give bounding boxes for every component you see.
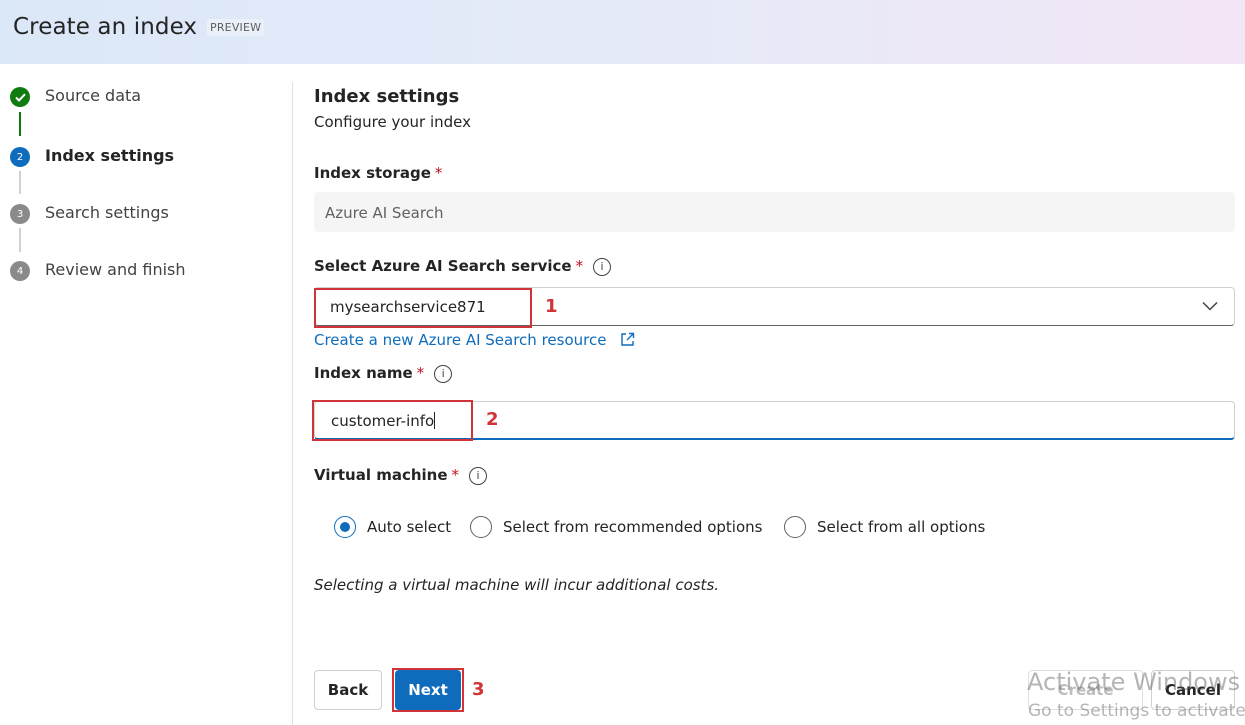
cost-note: Selecting a virtual machine will incur a… (314, 576, 720, 594)
chevron-down-icon (1202, 301, 1218, 311)
annotation-number: 1 (545, 296, 558, 317)
open-external-icon (621, 332, 635, 346)
step-label: Index settings (45, 146, 175, 165)
index-storage-field: Azure AI Search (314, 192, 1235, 232)
field-label: Select Azure AI Search service (314, 257, 572, 275)
text-caret (434, 412, 436, 429)
annotation-number: 2 (486, 409, 499, 430)
field-label: Index storage (314, 164, 431, 182)
step-number: 3 (10, 204, 30, 224)
section-subtitle: Configure your index (314, 113, 472, 131)
cancel-button[interactable]: Cancel (1151, 670, 1235, 710)
step-label: Search settings (45, 203, 169, 222)
index-storage-label: Index storage * (314, 164, 442, 182)
field-label: Index name (314, 364, 413, 382)
section-title: Index settings (314, 86, 460, 107)
info-icon[interactable]: i (469, 467, 488, 485)
info-icon[interactable]: i (593, 258, 612, 276)
radio-circle (334, 516, 356, 538)
next-button[interactable]: Next (395, 670, 461, 710)
step-connector (19, 112, 21, 136)
radio-label: Select from all options (817, 518, 986, 536)
index-storage-value: Azure AI Search (325, 204, 444, 222)
index-name-input[interactable]: customer-info (314, 401, 1235, 440)
search-service-value: mysearchservice871 (330, 298, 486, 316)
step-label: Review and finish (45, 260, 186, 279)
preview-badge: PREVIEW (207, 19, 265, 36)
step-number: 2 (10, 147, 30, 167)
step-number: 4 (10, 261, 30, 281)
required-marker: * (434, 164, 443, 182)
radio-circle (784, 516, 806, 538)
page-title: Create an index (13, 14, 198, 40)
back-button[interactable]: Back (314, 670, 382, 710)
step-connector (19, 171, 21, 194)
required-marker: * (451, 466, 460, 484)
step-connector (19, 228, 21, 252)
field-label: Virtual machine (314, 466, 448, 484)
radio-circle (470, 516, 492, 538)
create-button[interactable]: Create (1028, 670, 1143, 710)
radio-label: Auto select (367, 518, 452, 536)
required-marker: * (575, 257, 584, 275)
annotation-number: 3 (472, 679, 485, 700)
link-label: Create a new Azure AI Search resource (314, 331, 607, 349)
checkmark-icon (10, 87, 30, 107)
create-search-resource-link[interactable]: Create a new Azure AI Search resource (314, 331, 635, 349)
header-bar: Create an index PREVIEW (0, 0, 1245, 64)
required-marker: * (416, 364, 425, 382)
virtual-machine-label: Virtual machine * i (314, 466, 488, 485)
index-name-label: Index name * i (314, 364, 453, 383)
index-name-text: customer-info (331, 412, 435, 430)
index-name-value: customer-info (331, 412, 436, 430)
radio-label: Select from recommended options (503, 518, 763, 536)
search-service-dropdown[interactable]: mysearchservice871 (314, 287, 1235, 326)
search-service-label: Select Azure AI Search service * i (314, 257, 612, 276)
step-label: Source data (45, 86, 142, 105)
info-icon[interactable]: i (434, 365, 453, 383)
divider (292, 82, 293, 725)
